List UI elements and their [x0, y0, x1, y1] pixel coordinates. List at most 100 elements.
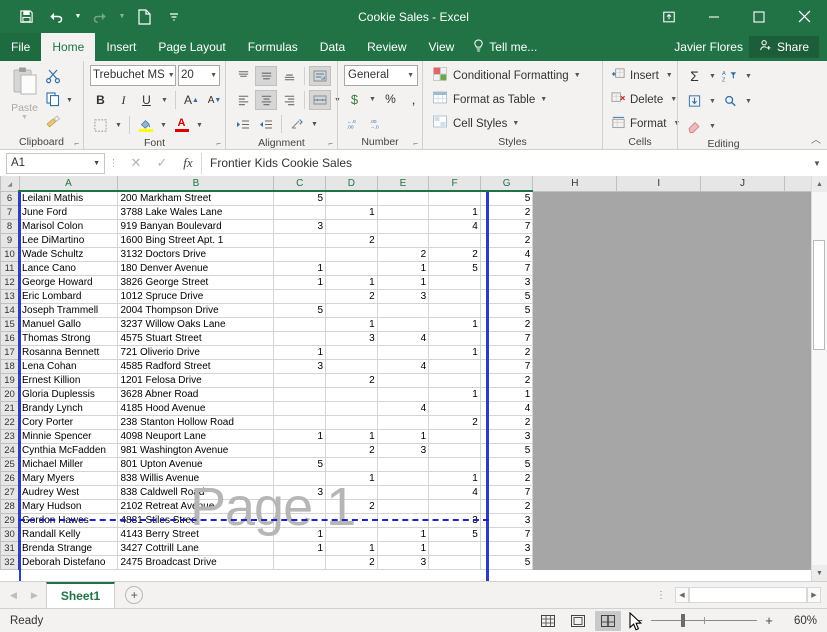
grid-cell-F16[interactable] — [428, 330, 481, 346]
grid-cell-B24[interactable]: 981 Washington Avenue — [117, 442, 275, 458]
zoom-track[interactable] — [651, 614, 757, 627]
grid-cell-G24[interactable]: 5 — [479, 442, 534, 458]
grid-cell-B23[interactable]: 4098 Neuport Lane — [117, 428, 275, 444]
grid-cell-outside-print[interactable] — [700, 232, 785, 248]
ribbon-display-options-icon[interactable] — [646, 0, 691, 33]
grid-cell-E28[interactable] — [376, 498, 430, 514]
grid-cell-C29[interactable] — [273, 512, 327, 528]
grid-cell-D12[interactable]: 1 — [325, 274, 378, 290]
grid-cell-D13[interactable]: 2 — [325, 288, 378, 304]
grid-cell-outside-print[interactable] — [616, 260, 702, 276]
grid-cell-outside-print[interactable] — [700, 428, 785, 444]
grid-cell-outside-print[interactable] — [532, 358, 618, 374]
grid-cell-C22[interactable] — [273, 414, 327, 430]
grid-cell-B15[interactable]: 3237 Willow Oaks Lane — [117, 316, 275, 332]
tab-data[interactable]: Data — [309, 33, 356, 61]
grid-cell-C16[interactable] — [273, 330, 327, 346]
column-header-F[interactable]: F — [428, 176, 481, 192]
scroll-down-arrow-icon[interactable]: ▼ — [811, 565, 827, 581]
grid-cell-B17[interactable]: 721 Oliverio Drive — [117, 344, 275, 360]
grid-cell-F10[interactable]: 2 — [428, 246, 481, 262]
grid-cell-B9[interactable]: 1600 Bing Street Apt. 1 — [117, 232, 275, 248]
grid-cell-E31[interactable]: 1 — [376, 540, 430, 556]
decrease-decimal-button[interactable]: .00 →.0 — [367, 113, 388, 134]
row-header-24[interactable]: 24 — [0, 442, 20, 458]
grid-cell-A16[interactable]: Thomas Strong — [18, 330, 119, 346]
grid-cell-outside-print[interactable] — [532, 344, 618, 360]
grid-cell-A28[interactable]: Mary Hudson — [18, 498, 119, 514]
undo-icon[interactable] — [42, 4, 70, 30]
grid-cell-F26[interactable]: 1 — [428, 470, 481, 486]
grid-cell-E21[interactable]: 4 — [376, 400, 430, 416]
grid-cell-outside-print[interactable] — [616, 428, 702, 444]
grid-cell-B22[interactable]: 238 Stanton Hollow Road — [117, 414, 275, 430]
percent-button[interactable]: % — [380, 89, 401, 110]
row-header-7[interactable]: 7 — [0, 204, 20, 220]
normal-view-button[interactable] — [535, 611, 561, 631]
grid-cell-E15[interactable] — [376, 316, 430, 332]
format-as-table-button[interactable]: Format as Table ▼ — [429, 89, 584, 110]
orientation-dropdown-icon[interactable]: ▼ — [309, 114, 320, 135]
grid-cell-A27[interactable]: Audrey West — [18, 484, 119, 500]
hscroll-right-arrow-icon[interactable]: ▶ — [807, 587, 821, 603]
grid-cell-outside-print[interactable] — [700, 470, 785, 486]
grid-cell-outside-print[interactable] — [700, 330, 785, 346]
align-middle-button[interactable] — [255, 66, 277, 86]
grid-cell-G29[interactable]: 3 — [479, 512, 534, 528]
grid-cell-A18[interactable]: Lena Cohan — [18, 358, 119, 374]
grid-cell-A9[interactable]: Lee DiMartino — [18, 232, 119, 248]
currency-button[interactable]: $ — [344, 89, 365, 110]
horizontal-scrollbar[interactable]: ◀ ▶ — [675, 587, 827, 603]
grid-cell-A19[interactable]: Ernest Killion — [18, 372, 119, 388]
row-header-22[interactable]: 22 — [0, 414, 20, 430]
grid-cell-F15[interactable]: 1 — [428, 316, 481, 332]
grid-cell-G6[interactable]: 5 — [479, 190, 534, 206]
grid-cell-outside-print[interactable] — [532, 190, 618, 206]
confirm-entry-icon[interactable]: ✓ — [149, 153, 175, 174]
grid-cell-E13[interactable]: 3 — [376, 288, 430, 304]
grid-cell-C26[interactable] — [273, 470, 327, 486]
grid-cell-A22[interactable]: Cory Porter — [18, 414, 119, 430]
vscroll-thumb[interactable] — [812, 240, 825, 350]
currency-dropdown-icon[interactable]: ▼ — [367, 89, 378, 110]
format-painter-button[interactable] — [43, 113, 77, 134]
grid-cell-C11[interactable]: 1 — [273, 260, 327, 276]
grid-cell-B6[interactable]: 200 Markham Street — [117, 190, 275, 206]
paste-dropdown-icon[interactable]: ▼ — [21, 114, 28, 121]
row-header-6[interactable]: 6 — [0, 190, 20, 206]
underline-dropdown-icon[interactable]: ▼ — [159, 90, 170, 111]
zoom-out-button[interactable]: − — [631, 613, 647, 628]
grid-cell-B11[interactable]: 180 Denver Avenue — [117, 260, 275, 276]
grid-cell-A11[interactable]: Lance Cano — [18, 260, 119, 276]
grid-cell-outside-print[interactable] — [700, 400, 785, 416]
grid-cell-D26[interactable]: 1 — [325, 470, 378, 486]
grid-cell-D30[interactable] — [325, 526, 378, 542]
grid-cell-F13[interactable] — [428, 288, 481, 304]
align-center-button[interactable] — [255, 90, 277, 110]
grid-cell-B21[interactable]: 4185 Hood Avenue — [117, 400, 275, 416]
grid-cell-C28[interactable] — [273, 498, 327, 514]
grid-cell-G7[interactable]: 2 — [479, 204, 534, 220]
copy-button[interactable]: ▼ — [43, 90, 77, 111]
borders-dropdown-icon[interactable]: ▼ — [113, 115, 124, 136]
grid-cell-F14[interactable] — [428, 302, 481, 318]
grid-cell-C9[interactable] — [273, 232, 327, 248]
cancel-entry-icon[interactable]: ✕ — [123, 153, 149, 174]
grid-cell-F29[interactable]: 3 — [428, 512, 481, 528]
grid-cell-outside-print[interactable] — [532, 246, 618, 262]
row-header-17[interactable]: 17 — [0, 344, 20, 360]
clipboard-dialog-launcher[interactable]: ⌐ — [74, 139, 79, 148]
sheet-tab-sheet1[interactable]: Sheet1 — [45, 582, 116, 608]
sort-filter-dropdown-icon[interactable]: ▼ — [743, 66, 754, 87]
grid-cell-B30[interactable]: 4143 Berry Street — [117, 526, 275, 542]
grid-cell-outside-print[interactable] — [532, 554, 618, 570]
share-button[interactable]: Share — [748, 36, 819, 58]
grid-cell-B7[interactable]: 3788 Lake Wales Lane — [117, 204, 275, 220]
new-file-icon[interactable] — [130, 4, 158, 30]
grid-cell-E20[interactable] — [376, 386, 430, 402]
font-name-dropdown-icon[interactable]: ▼ — [165, 72, 175, 79]
grid-cell-C7[interactable] — [273, 204, 327, 220]
grid-cell-G18[interactable]: 7 — [479, 358, 534, 374]
sort-filter-button[interactable]: AZ — [720, 66, 741, 87]
tell-me-box[interactable]: Tell me... — [465, 33, 545, 61]
